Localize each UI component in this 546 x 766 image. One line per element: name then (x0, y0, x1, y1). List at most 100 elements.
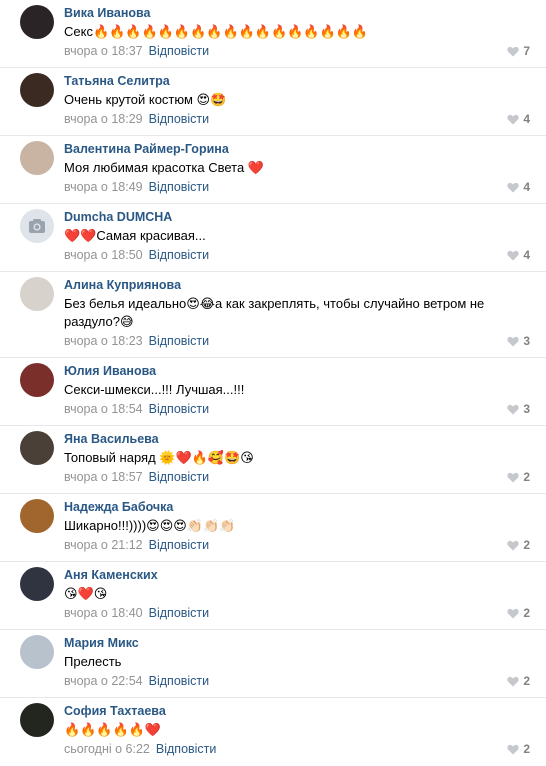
avatar[interactable] (20, 73, 54, 107)
comment-author[interactable]: Валентина Раймер-Горина (64, 142, 229, 156)
heart-icon (507, 676, 519, 686)
like-count: 2 (523, 742, 530, 756)
comment-item: Мария Микс Прелесть вчора о 22:54 Відпові… (0, 630, 546, 698)
comment-item: София Тахтаева 🔥🔥🔥🔥🔥❤️ сьогодні о 6:22 Ві… (0, 698, 546, 766)
reply-link[interactable]: Відповісти (156, 742, 217, 756)
comment-text: Секс🔥🔥🔥🔥🔥🔥🔥🔥🔥🔥🔥🔥🔥🔥🔥🔥🔥 (64, 24, 369, 39)
comment-item: Алина Куприянова Без белья идеально😍😂а к… (0, 272, 546, 358)
comment-author[interactable]: Юлия Иванова (64, 364, 156, 378)
like-count: 2 (523, 674, 530, 688)
comment-item: Вика Иванова Секс🔥🔥🔥🔥🔥🔥🔥🔥🔥🔥🔥🔥🔥🔥🔥🔥🔥 вчора… (0, 0, 546, 68)
camera-icon (29, 219, 45, 233)
avatar[interactable] (20, 703, 54, 737)
reply-link[interactable]: Відповісти (149, 334, 210, 348)
avatar[interactable] (20, 209, 54, 243)
comment-text: Моя любимая красотка Света ❤️ (64, 160, 265, 175)
avatar[interactable] (20, 499, 54, 533)
comment-text: Очень крутой костюм 😍🤩 (64, 92, 227, 107)
comment-author[interactable]: Мария Микс (64, 636, 139, 650)
heart-icon (507, 404, 519, 414)
like-count: 4 (523, 112, 530, 126)
comment-time[interactable]: вчора о 21:12 (64, 538, 143, 552)
comment-time[interactable]: сьогодні о 6:22 (64, 742, 150, 756)
heart-icon (507, 608, 519, 618)
comment-time[interactable]: вчора о 18:54 (64, 402, 143, 416)
heart-icon (507, 114, 519, 124)
comment-item: Аня Каменских 😘❤️😘 вчора о 18:40 Відповіс… (0, 562, 546, 630)
comment-time[interactable]: вчора о 18:49 (64, 180, 143, 194)
like-count: 4 (523, 248, 530, 262)
comment-meta: вчора о 18:54 Відповісти (64, 402, 209, 416)
like-button[interactable]: 3 (507, 402, 530, 416)
like-count: 4 (523, 180, 530, 194)
comment-meta: вчора о 18:49 Відповісти (64, 180, 209, 194)
comment-text: Без белья идеально😍😂а как закреплять, чт… (64, 296, 485, 329)
avatar[interactable] (20, 277, 54, 311)
avatar[interactable] (20, 635, 54, 669)
comment-item: Татьяна Селитра Очень крутой костюм 😍🤩 в… (0, 68, 546, 136)
like-button[interactable]: 3 (507, 334, 530, 348)
heart-icon (507, 540, 519, 550)
avatar[interactable] (20, 363, 54, 397)
comment-text: Топовый наряд 🌞❤️🔥🥰🤩😘 (64, 450, 254, 465)
like-count: 7 (523, 44, 530, 58)
avatar[interactable] (20, 567, 54, 601)
like-button[interactable]: 7 (507, 44, 530, 58)
comment-item: Надежда Бабочка Шикарно!!!))))😍😍😍👏🏻👏🏻👏🏻 … (0, 494, 546, 562)
comment-time[interactable]: вчора о 18:37 (64, 44, 143, 58)
like-button[interactable]: 2 (507, 470, 530, 484)
like-count: 3 (523, 334, 530, 348)
comment-text: ❤️❤️Самая красивая... (64, 228, 206, 243)
like-count: 2 (523, 470, 530, 484)
avatar[interactable] (20, 5, 54, 39)
like-button[interactable]: 4 (507, 248, 530, 262)
reply-link[interactable]: Відповісти (149, 538, 210, 552)
like-button[interactable]: 4 (507, 180, 530, 194)
reply-link[interactable]: Відповісти (149, 606, 210, 620)
heart-icon (507, 472, 519, 482)
comment-author[interactable]: Алина Куприянова (64, 278, 181, 292)
reply-link[interactable]: Відповісти (149, 180, 210, 194)
reply-link[interactable]: Відповісти (149, 44, 210, 58)
like-count: 2 (523, 606, 530, 620)
comment-meta: вчора о 18:40 Відповісти (64, 606, 209, 620)
comment-meta: вчора о 22:54 Відповісти (64, 674, 209, 688)
reply-link[interactable]: Відповісти (149, 248, 210, 262)
avatar[interactable] (20, 431, 54, 465)
comment-time[interactable]: вчора о 18:57 (64, 470, 143, 484)
comment-author[interactable]: Вика Иванова (64, 6, 151, 20)
heart-icon (507, 182, 519, 192)
heart-icon (507, 46, 519, 56)
comment-time[interactable]: вчора о 22:54 (64, 674, 143, 688)
comment-time[interactable]: вчора о 18:29 (64, 112, 143, 126)
avatar[interactable] (20, 141, 54, 175)
comment-item: Dumcha DUMCHA ❤️❤️Самая красивая... вчор… (0, 204, 546, 272)
comment-author[interactable]: София Тахтаева (64, 704, 166, 718)
like-button[interactable]: 2 (507, 606, 530, 620)
comment-author[interactable]: Яна Васильева (64, 432, 159, 446)
reply-link[interactable]: Відповісти (149, 470, 210, 484)
like-button[interactable]: 2 (507, 538, 530, 552)
comment-text: 😘❤️😘 (64, 586, 108, 601)
heart-icon (507, 250, 519, 260)
comment-author[interactable]: Dumcha DUMCHA (64, 210, 172, 224)
comment-time[interactable]: вчора о 18:40 (64, 606, 143, 620)
comment-author[interactable]: Татьяна Селитра (64, 74, 170, 88)
comment-text: Прелесть (64, 654, 122, 669)
comment-meta: вчора о 18:50 Відповісти (64, 248, 209, 262)
like-count: 2 (523, 538, 530, 552)
comment-meta: вчора о 21:12 Відповісти (64, 538, 209, 552)
comment-meta: вчора о 18:29 Відповісти (64, 112, 209, 126)
reply-link[interactable]: Відповісти (149, 112, 210, 126)
like-button[interactable]: 4 (507, 112, 530, 126)
heart-icon (507, 336, 519, 346)
reply-link[interactable]: Відповісти (149, 674, 210, 688)
reply-link[interactable]: Відповісти (149, 402, 210, 416)
comment-time[interactable]: вчора о 18:23 (64, 334, 143, 348)
like-button[interactable]: 2 (507, 742, 530, 756)
comment-author[interactable]: Надежда Бабочка (64, 500, 173, 514)
comment-time[interactable]: вчора о 18:50 (64, 248, 143, 262)
like-button[interactable]: 2 (507, 674, 530, 688)
comment-author[interactable]: Аня Каменских (64, 568, 158, 582)
comment-meta: вчора о 18:37 Відповісти (64, 44, 209, 58)
